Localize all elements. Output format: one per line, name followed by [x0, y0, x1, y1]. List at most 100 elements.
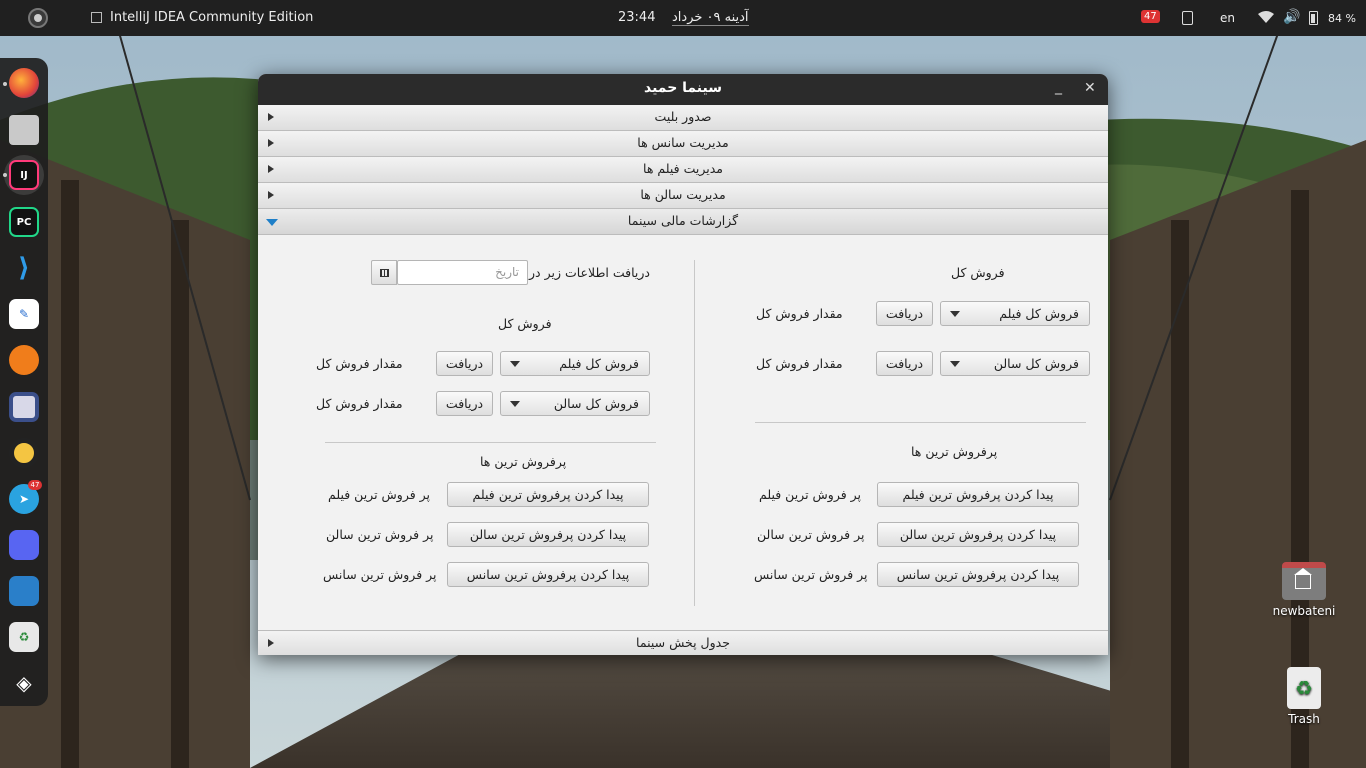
- section-hall-management[interactable]: مدیریت سالن ها: [258, 183, 1108, 209]
- app-menu-title[interactable]: IntelliJ IDEA Community Edition: [110, 10, 313, 25]
- section-title: گزارشات مالی سینما: [627, 213, 739, 228]
- right-get-button-2[interactable]: دریافت: [876, 351, 933, 376]
- expanded-arrow-icon: [266, 219, 278, 226]
- date-filter-label: دریافت اطلاعات زیر در: [529, 265, 650, 280]
- section-showtime-management[interactable]: مدیریت سانس ها: [258, 131, 1108, 157]
- right-best-sellers-heading: پرفروش ترین ها: [911, 444, 998, 459]
- app-icon[interactable]: [9, 345, 39, 375]
- trash-icon: ♻: [1287, 667, 1321, 709]
- activities-button[interactable]: [28, 8, 48, 28]
- section-financial-reports[interactable]: گزارشات مالی سینما: [258, 209, 1108, 235]
- files-icon[interactable]: [9, 115, 39, 145]
- left-best-showtime-label: پر فروش ترین سانس: [323, 567, 437, 582]
- text-editor-icon[interactable]: ✎: [9, 299, 39, 329]
- left-find-best-hall-button[interactable]: پیدا کردن پرفروش ترین سالن: [447, 522, 649, 547]
- left-find-best-showtime-button[interactable]: پیدا کردن پرفروش ترین سانس: [447, 562, 649, 587]
- right-total-sales-label-2: مقدار فروش کل: [756, 356, 843, 371]
- left-separator: [325, 442, 656, 443]
- left-total-sales-heading: فروش کل: [498, 316, 552, 331]
- chevron-down-icon: [950, 361, 960, 367]
- running-indicator: [3, 82, 7, 86]
- left-find-best-movie-button[interactable]: پیدا کردن پرفروش ترین فیلم: [447, 482, 649, 507]
- home-folder-icon: [1282, 562, 1326, 600]
- left-best-movie-label: پر فروش ترین فیلم: [328, 487, 431, 502]
- right-find-best-movie-button[interactable]: پیدا کردن پرفروش ترین فیلم: [877, 482, 1079, 507]
- financial-reports-panel: فروش کل فروش کل فیلم دریافت مقدار فروش ک…: [258, 235, 1108, 630]
- section-title: مدیریت سالن ها: [640, 187, 726, 202]
- cinema-app-window: سینما حمید _ ✕ صدور بلیت مدیریت سانس ها …: [258, 74, 1108, 655]
- firefox-icon[interactable]: [9, 68, 39, 98]
- calendar-button[interactable]: [371, 260, 397, 285]
- section-cinema-schedule[interactable]: جدول پخش سینما: [258, 630, 1108, 655]
- system-monitor-icon[interactable]: [9, 576, 39, 606]
- section-title: جدول پخش سینما: [636, 635, 730, 650]
- right-best-showtime-label: پر فروش ترین سانس: [754, 567, 868, 582]
- section-title: مدیریت فیلم ها: [643, 161, 723, 176]
- collapsed-arrow-icon: [268, 165, 274, 173]
- anydesk-icon[interactable]: ◈: [9, 668, 39, 698]
- combo-value: فروش کل فیلم: [999, 306, 1079, 321]
- app-menu-icon[interactable]: [91, 12, 102, 23]
- left-total-sales-label-1: مقدار فروش کل: [316, 356, 403, 371]
- combo-value: فروش کل فیلم: [559, 356, 639, 371]
- section-title: مدیریت سانس ها: [637, 135, 729, 150]
- notification-badge[interactable]: 47: [1141, 10, 1160, 23]
- left-get-button-1[interactable]: دریافت: [436, 351, 493, 376]
- chevron-down-icon: [510, 361, 520, 367]
- top-panel: IntelliJ IDEA Community Edition 23:44 آد…: [0, 0, 1366, 36]
- right-get-button-1[interactable]: دریافت: [876, 301, 933, 326]
- right-find-best-hall-button[interactable]: پیدا کردن پرفروش ترین سالن: [877, 522, 1079, 547]
- right-best-hall-label: پر فروش ترین سالن: [757, 527, 865, 542]
- collapsed-arrow-icon: [268, 113, 274, 121]
- desktop-trash[interactable]: ♻ Trash: [1276, 667, 1332, 726]
- clipboard-icon[interactable]: [1182, 11, 1193, 25]
- keyboard-layout-indicator[interactable]: en: [1220, 11, 1235, 25]
- intellij-icon[interactable]: IJ: [9, 160, 39, 190]
- right-total-sales-combo-1[interactable]: فروش کل فیلم: [940, 301, 1090, 326]
- volume-icon[interactable]: 🔊: [1283, 9, 1300, 25]
- left-best-sellers-heading: پرفروش ترین ها: [480, 454, 567, 469]
- right-total-sales-combo-2[interactable]: فروش کل سالن: [940, 351, 1090, 376]
- rhythmbox-icon[interactable]: [9, 438, 39, 468]
- left-total-sales-label-2: مقدار فروش کل: [316, 396, 403, 411]
- wifi-icon[interactable]: [1258, 11, 1274, 27]
- trash-app-icon[interactable]: ♻: [9, 622, 39, 652]
- chevron-down-icon: [510, 401, 520, 407]
- vscode-icon[interactable]: ⟩: [9, 253, 39, 283]
- minimize-icon[interactable]: _: [1055, 79, 1069, 95]
- date-display[interactable]: آدینه ۰۹ خرداد: [672, 10, 749, 26]
- left-total-sales-combo-2[interactable]: فروش کل سالن: [500, 391, 650, 416]
- section-title: صدور بلیت: [654, 109, 712, 124]
- combo-value: فروش کل سالن: [993, 356, 1079, 371]
- running-indicator: [3, 173, 7, 177]
- telegram-badge: 47: [28, 480, 42, 490]
- left-best-hall-label: پر فروش ترین سالن: [326, 527, 434, 542]
- collapsed-arrow-icon: [268, 639, 274, 647]
- vertical-divider: [694, 260, 695, 606]
- right-find-best-showtime-button[interactable]: پیدا کردن پرفروش ترین سانس: [877, 562, 1079, 587]
- desktop-folder-label: newbateni: [1272, 604, 1336, 618]
- window-titlebar[interactable]: سینما حمید _ ✕: [258, 74, 1108, 105]
- collapsed-arrow-icon: [268, 139, 274, 147]
- right-total-sales-label-1: مقدار فروش کل: [756, 306, 843, 321]
- screenshot-icon[interactable]: [9, 392, 39, 422]
- discord-icon[interactable]: [9, 530, 39, 560]
- dock: IJ PC ⟩ ✎ ➤ 47 ♻ ◈: [0, 58, 48, 706]
- pycharm-icon[interactable]: PC: [9, 207, 39, 237]
- close-icon[interactable]: ✕: [1084, 80, 1096, 96]
- left-get-button-2[interactable]: دریافت: [436, 391, 493, 416]
- clock[interactable]: 23:44: [618, 10, 655, 25]
- right-total-sales-heading: فروش کل: [951, 265, 1005, 280]
- chevron-down-icon: [950, 311, 960, 317]
- calendar-icon: [379, 268, 389, 277]
- combo-value: فروش کل سالن: [553, 396, 639, 411]
- right-separator: [755, 422, 1086, 423]
- left-total-sales-combo-1[interactable]: فروش کل فیلم: [500, 351, 650, 376]
- date-input[interactable]: تاریخ: [397, 260, 528, 285]
- section-ticket-issue[interactable]: صدور بلیت: [258, 105, 1108, 131]
- section-movie-management[interactable]: مدیریت فیلم ها: [258, 157, 1108, 183]
- desktop-trash-label: Trash: [1288, 712, 1320, 726]
- battery-percentage[interactable]: 84 %: [1328, 12, 1356, 25]
- battery-icon[interactable]: [1309, 11, 1318, 25]
- desktop-folder[interactable]: newbateni: [1272, 562, 1336, 618]
